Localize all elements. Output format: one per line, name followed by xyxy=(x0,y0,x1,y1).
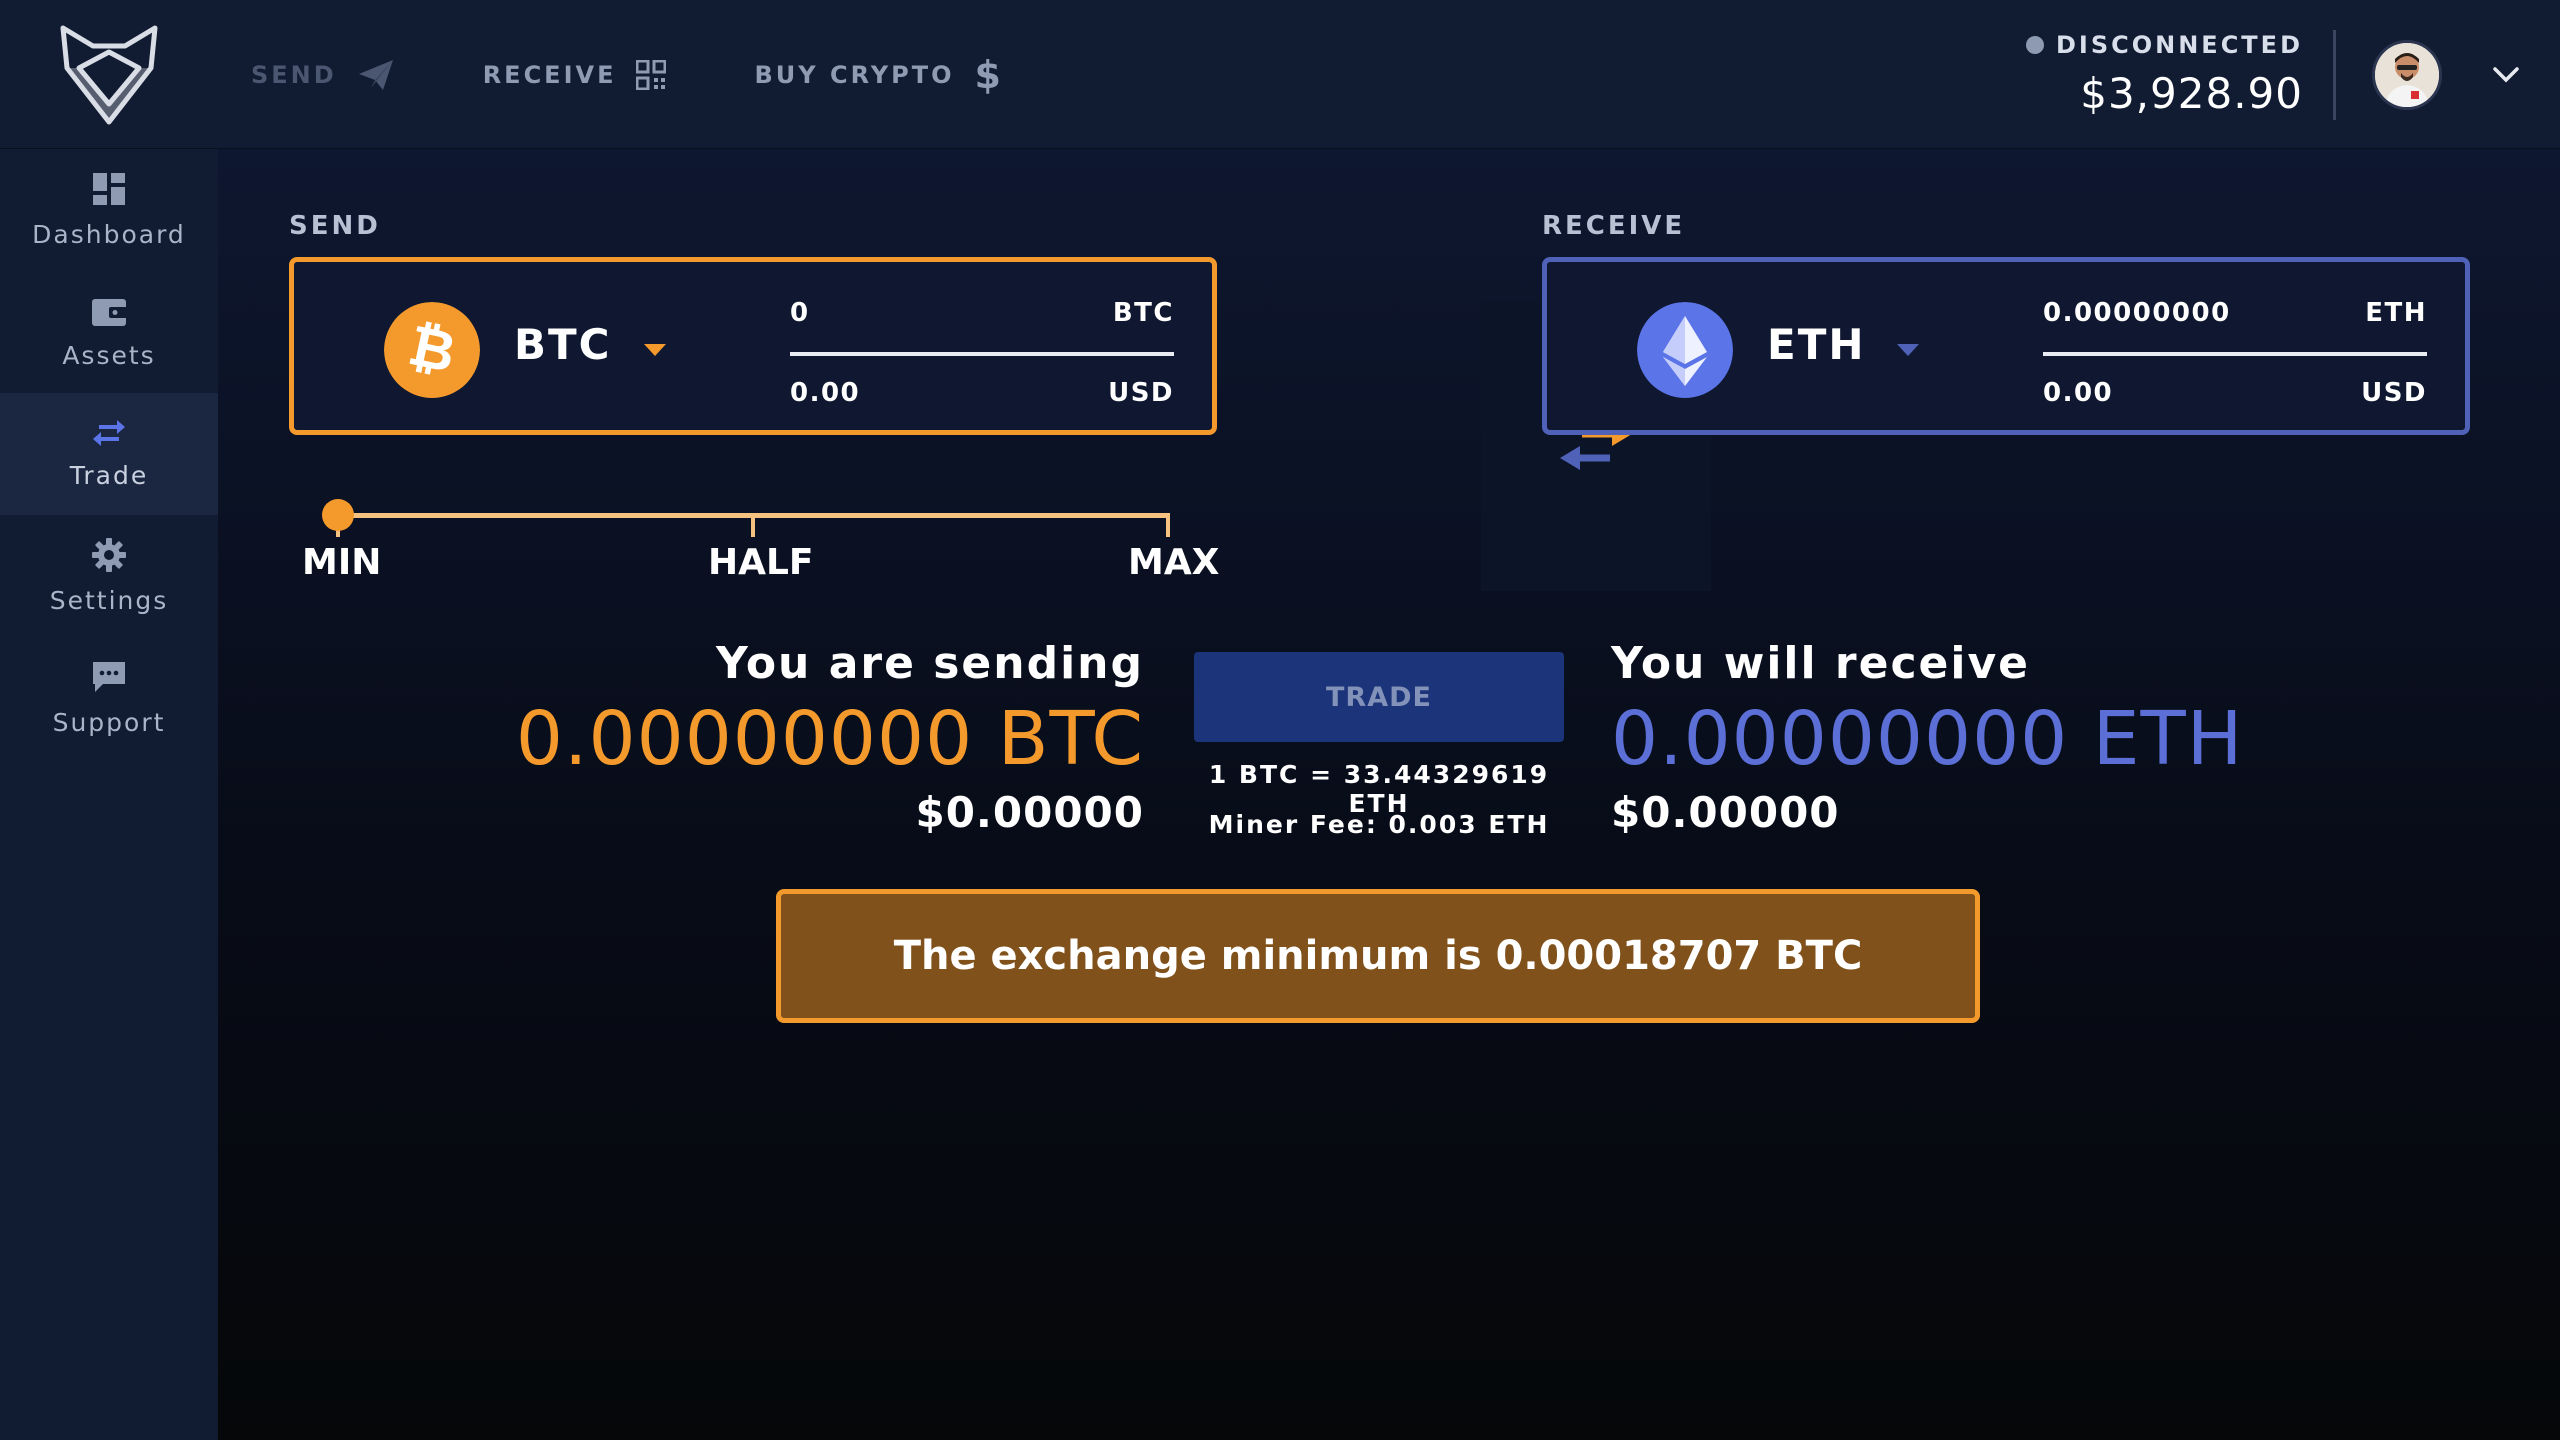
receive-fiat-input[interactable]: 0.00 xyxy=(2043,378,2113,408)
receive-section-label: RECEIVE xyxy=(1542,211,1686,241)
nav-send-label: SEND xyxy=(251,60,337,89)
sending-title: You are sending xyxy=(716,638,1144,689)
ethereum-icon xyxy=(1637,302,1733,398)
sending-amount: 0.00000000 BTC xyxy=(515,696,1144,782)
qr-code-icon xyxy=(636,59,667,90)
sidebar-item-settings[interactable]: Settings xyxy=(0,515,218,637)
send-amount-field: 0 BTC 0.00 USD xyxy=(790,298,1174,408)
amount-divider xyxy=(790,352,1174,356)
send-crypto-unit: BTC xyxy=(1112,298,1174,328)
send-fiat-row[interactable]: 0.00 USD xyxy=(790,378,1174,408)
send-fiat-input[interactable]: 0.00 xyxy=(790,378,860,408)
receive-coin-box: ETH 0.00000000 ETH 0.00 USD xyxy=(1542,257,2470,435)
receiving-amount: 0.00000000 ETH xyxy=(1611,696,2244,782)
send-coin-box: ₿ BTC 0 BTC 0.00 USD xyxy=(289,257,1217,435)
receive-amount-field: 0.00000000 ETH 0.00 USD xyxy=(2043,298,2427,408)
account-area: DISCONNECTED $3,928.90 xyxy=(2025,0,2560,149)
receive-crypto-input[interactable]: 0.00000000 xyxy=(2043,298,2231,328)
dashboard-icon xyxy=(93,172,125,205)
slider-tick-half xyxy=(751,513,755,537)
chat-icon xyxy=(93,661,125,692)
chevron-down-icon[interactable] xyxy=(2492,66,2520,84)
nav-receive-label: RECEIVE xyxy=(482,60,617,89)
slider-max-label[interactable]: MAX xyxy=(1128,542,1219,583)
send-caret-down-icon[interactable] xyxy=(642,342,668,358)
sidebar-item-label: Trade xyxy=(69,460,149,490)
nav-buy-crypto-label: BUY CRYPTO xyxy=(754,60,955,89)
nav-send[interactable]: SEND xyxy=(251,58,395,92)
slider-half-label[interactable]: HALF xyxy=(708,542,814,583)
wallet-icon xyxy=(92,298,127,326)
receive-coin-select[interactable]: ETH xyxy=(1767,320,1866,369)
dollar-icon: $ xyxy=(974,52,1004,97)
exchange-minimum-warning: The exchange minimum is 0.00018707 BTC xyxy=(776,889,1980,1023)
nav-receive[interactable]: RECEIVE xyxy=(482,59,667,90)
amount-slider[interactable] xyxy=(322,499,1170,537)
slider-thumb[interactable] xyxy=(322,499,354,531)
status-dot-icon xyxy=(2025,36,2044,54)
sidebar-item-assets[interactable]: Assets xyxy=(0,271,218,393)
wallet-status: DISCONNECTED $3,928.90 xyxy=(2025,31,2303,118)
total-balance: $3,928.90 xyxy=(2080,69,2303,118)
send-section-label: SEND xyxy=(289,211,381,241)
send-crypto-row[interactable]: 0 BTC xyxy=(790,298,1174,328)
connection-status-label: DISCONNECTED xyxy=(2055,31,2303,59)
slider-tick-max xyxy=(1166,513,1170,537)
amount-divider xyxy=(2043,352,2427,356)
receiving-usd: $0.00000 xyxy=(1611,788,1840,837)
send-crypto-input[interactable]: 0 xyxy=(790,298,810,328)
receive-fiat-unit: USD xyxy=(2361,378,2427,408)
sidebar-item-label: Support xyxy=(52,707,166,737)
sidebar-item-dashboard[interactable]: Dashboard xyxy=(0,149,218,271)
nav-buy-crypto[interactable]: BUY CRYPTO $ xyxy=(754,53,1004,97)
top-bar: SEND RECEIVE BUY CRYPTO $ DISCONNECTED $… xyxy=(0,0,2560,149)
bitcoin-icon: ₿ xyxy=(384,302,480,398)
sidebar-item-support[interactable]: Support xyxy=(0,637,218,759)
fox-logo-icon xyxy=(60,25,158,124)
receive-crypto-unit: ETH xyxy=(2365,298,2427,328)
miner-fee: Miner Fee: 0.003 ETH xyxy=(1208,810,1550,839)
sidebar-item-label: Dashboard xyxy=(32,219,186,249)
connection-status: DISCONNECTED xyxy=(2025,31,2303,59)
send-fiat-unit: USD xyxy=(1108,378,1174,408)
sending-usd: $0.00000 xyxy=(915,788,1144,837)
divider xyxy=(2333,29,2336,120)
user-avatar-icon xyxy=(2375,42,2439,107)
top-nav: SEND RECEIVE BUY CRYPTO $ xyxy=(218,0,1059,149)
send-coin-select[interactable]: BTC xyxy=(514,320,612,369)
receive-caret-down-icon[interactable] xyxy=(1895,342,1921,358)
logo[interactable] xyxy=(0,0,218,149)
sidebar-item-trade[interactable]: Trade xyxy=(0,393,218,515)
trade-button[interactable]: TRADE xyxy=(1194,652,1564,742)
sidebar-item-label: Assets xyxy=(62,340,156,370)
paper-plane-icon xyxy=(358,59,393,90)
sidebar-item-label: Settings xyxy=(49,585,169,615)
swap-icon xyxy=(93,419,125,446)
receive-fiat-row[interactable]: 0.00 USD xyxy=(2043,378,2427,408)
sidebar: Dashboard Assets Trade Settings Support xyxy=(0,149,218,1440)
receiving-title: You will receive xyxy=(1611,638,2030,689)
avatar[interactable] xyxy=(2372,39,2442,110)
gear-icon xyxy=(92,537,126,572)
slider-min-label[interactable]: MIN xyxy=(302,542,381,583)
receive-crypto-row[interactable]: 0.00000000 ETH xyxy=(2043,298,2427,328)
